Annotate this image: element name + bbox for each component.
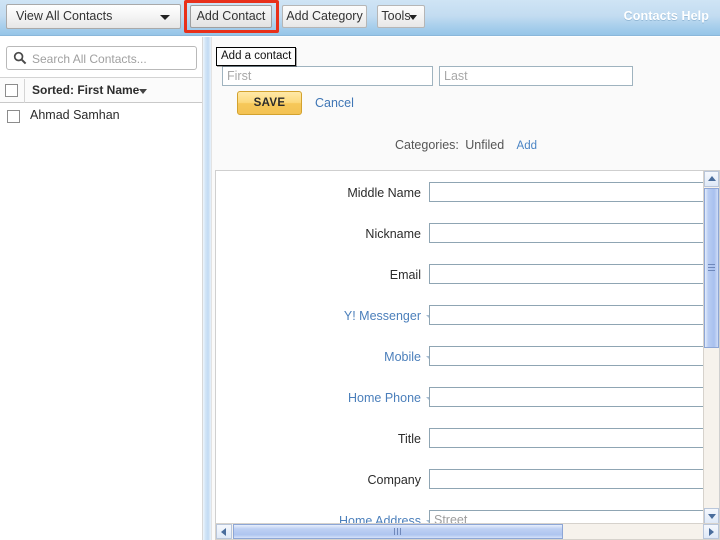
sorted-label: Sorted: First Name [32, 83, 140, 97]
field-label-title: Title [397, 432, 421, 446]
field-label-nickname: Nickname [365, 227, 421, 241]
scroll-left-arrow-icon[interactable] [216, 524, 232, 539]
field-row-middle-name: Middle Name [216, 175, 719, 216]
add-contact-button[interactable]: Add Contact [190, 5, 272, 28]
list-item[interactable]: Ahmad Samhan [0, 104, 202, 130]
field-label-mobile[interactable]: Mobile [216, 350, 421, 364]
field-row-home-phone: Home Phone [216, 380, 719, 421]
grip-icon [394, 528, 403, 535]
search-icon [13, 51, 27, 65]
categories-label: Categories: [394, 138, 459, 152]
field-input-nickname[interactable] [429, 223, 719, 243]
tools-label: Tools [381, 9, 411, 23]
field-label-home-phone[interactable]: Home Phone [216, 391, 421, 405]
contact-editor-panel: Add a contact SAVE Cancel Categories: Un… [212, 37, 720, 540]
search-box[interactable] [6, 46, 197, 71]
top-toolbar: View All Contacts Add Contact Add Catego… [0, 0, 720, 36]
last-name-input[interactable] [439, 66, 633, 86]
field-input-mobile[interactable] [429, 346, 719, 366]
categories-value: Unfiled [465, 138, 505, 152]
field-input-company[interactable] [429, 469, 719, 489]
scroll-down-arrow-icon[interactable] [704, 508, 719, 524]
field-input-y-messenger[interactable] [429, 305, 719, 325]
horizontal-scrollbar[interactable] [215, 523, 720, 540]
field-input-email[interactable] [429, 264, 719, 284]
contact-name-label: Ahmad Samhan [30, 108, 120, 122]
field-row-email: Email [216, 257, 719, 298]
horizontal-scrollbar-thumb[interactable] [233, 524, 563, 539]
scroll-right-arrow-icon[interactable] [703, 524, 719, 539]
add-contact-label: Add Contact [196, 9, 266, 23]
view-all-contacts-select[interactable]: View All Contacts [6, 4, 181, 29]
chevron-down-icon[interactable] [139, 89, 147, 94]
save-button[interactable]: SAVE [237, 91, 302, 115]
divider [24, 79, 25, 103]
cancel-button[interactable]: Cancel [315, 96, 354, 110]
select-all-checkbox[interactable] [5, 84, 18, 97]
categories-row: Categories: Unfiled Add [212, 138, 720, 160]
details-scroll-panel: Middle Name Nickname Email Y! Messenger Mobi… [215, 170, 720, 525]
contacts-sidebar: Sorted: First Name Ahmad Samhan [0, 37, 203, 540]
scroll-up-arrow-icon[interactable] [704, 171, 719, 187]
field-input-title[interactable] [429, 428, 719, 448]
field-label-company: Company [367, 473, 422, 487]
tools-menu-button[interactable]: Tools [377, 5, 425, 28]
add-category-link[interactable]: Add [517, 140, 537, 152]
field-label-middle-name: Middle Name [347, 186, 421, 200]
field-row-home-address: Home Address [216, 503, 719, 525]
add-category-button[interactable]: Add Category [282, 5, 367, 28]
field-input-home-phone[interactable] [429, 387, 719, 407]
chevron-down-icon [409, 15, 417, 20]
field-row-y-messenger: Y! Messenger [216, 298, 719, 339]
vertical-scrollbar-thumb[interactable] [704, 188, 719, 348]
sorted-header-bar: Sorted: First Name [0, 77, 202, 103]
contacts-app: View All Contacts Add Contact Add Catego… [0, 0, 720, 540]
first-name-input[interactable] [222, 66, 433, 86]
field-label-email: Email [389, 268, 421, 282]
grip-icon [708, 264, 715, 272]
field-row-nickname: Nickname [216, 216, 719, 257]
add-a-contact-tooltip: Add a contact [216, 47, 297, 66]
view-all-contacts-label: View All Contacts [16, 9, 113, 23]
name-entry-form: Add a contact SAVE Cancel Categories: Un… [212, 37, 720, 170]
add-category-label: Add Category [286, 9, 363, 23]
vertical-scrollbar[interactable] [703, 171, 719, 524]
search-input[interactable] [30, 47, 197, 71]
field-label-y-messenger[interactable]: Y! Messenger [216, 309, 421, 323]
field-input-middle-name[interactable] [429, 182, 719, 202]
contact-checkbox[interactable] [7, 110, 20, 123]
field-row-company: Company [216, 462, 719, 503]
field-row-mobile: Mobile [216, 339, 719, 380]
contacts-help-link[interactable]: Contacts Help [624, 9, 709, 23]
chevron-down-icon [160, 15, 170, 20]
field-row-title: Title [216, 421, 719, 462]
panel-splitter-handle[interactable] [203, 37, 212, 540]
